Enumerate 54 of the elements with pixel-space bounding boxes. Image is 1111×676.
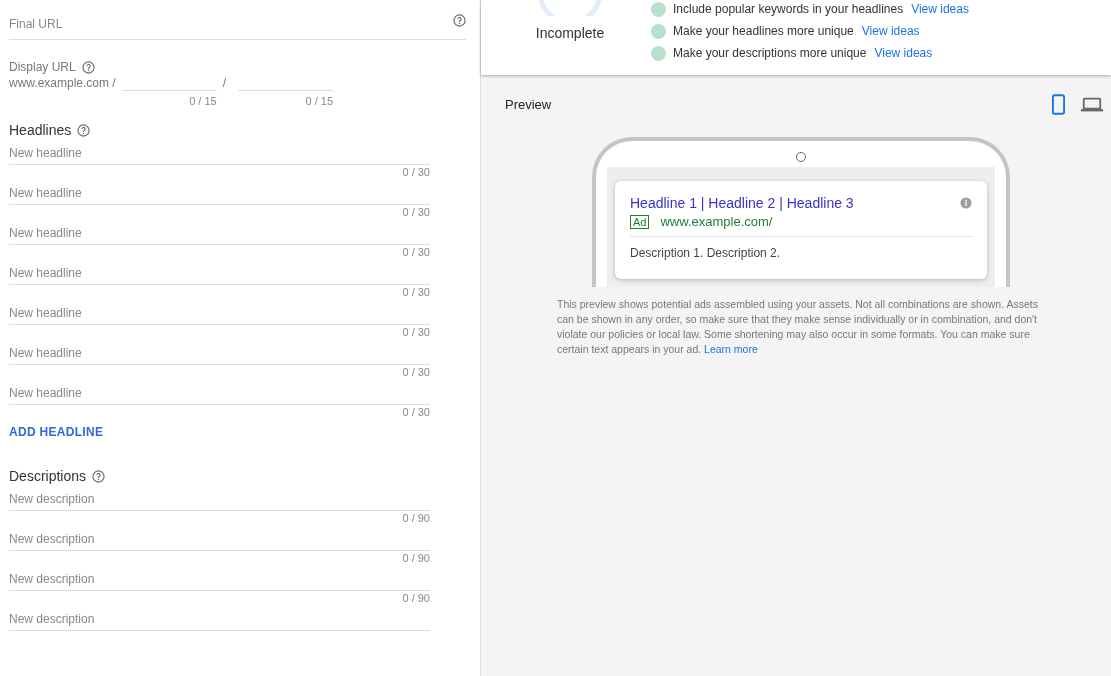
ad-badge: Ad — [630, 214, 650, 229]
headline-field[interactable]: New headline — [9, 142, 430, 165]
character-counter: 0 / 30 — [401, 326, 430, 339]
learn-more-link[interactable]: Learn more — [704, 343, 758, 355]
character-counter: 0 / 30 — [401, 286, 430, 299]
section-title: Descriptions — [9, 468, 87, 484]
display-url-label: Display URL — [9, 60, 76, 74]
character-counter: 0 / 15 — [188, 95, 217, 108]
tip-text: Include popular keywords in your headlines — [673, 2, 904, 16]
character-counter: 0 / 30 — [401, 206, 430, 219]
ad-url: www.example.com/ — [660, 214, 773, 229]
view-ideas-link[interactable]: View ideas — [911, 2, 969, 16]
description-field[interactable]: New description — [9, 568, 430, 591]
tip-dot-icon — [651, 23, 666, 39]
help-icon[interactable] — [453, 14, 466, 27]
headline-field[interactable]: New headline — [9, 222, 430, 245]
add-headline-button[interactable]: ADD HEADLINE — [9, 425, 104, 439]
ad-description: Description 1. Description 2. — [630, 246, 782, 260]
character-counter: 0 / 30 — [401, 366, 430, 379]
character-counter: 0 / 15 — [304, 95, 334, 108]
view-ideas-link[interactable]: View ideas — [874, 46, 933, 60]
laptop-icon[interactable] — [1081, 96, 1103, 112]
character-counter: 0 / 90 — [401, 592, 430, 605]
headline-field[interactable]: New headline — [9, 382, 430, 405]
tip-dot-icon — [651, 45, 666, 61]
character-counter: 0 / 30 — [401, 406, 430, 419]
path-separator: / — [221, 75, 228, 90]
headline-field[interactable]: New headline — [9, 262, 430, 285]
character-counter: 0 / 30 — [401, 166, 430, 179]
description-field[interactable]: New description — [9, 608, 430, 631]
section-title: Headlines — [9, 122, 72, 138]
description-field[interactable]: New description — [9, 528, 430, 551]
character-counter: 0 / 30 — [401, 246, 430, 259]
headline-field[interactable]: New headline — [9, 302, 430, 325]
phone-icon[interactable] — [1052, 93, 1065, 115]
display-url-domain: www.example.com / — [9, 75, 116, 90]
final-url-field[interactable]: Final URL — [9, 0, 466, 40]
info-icon[interactable] — [960, 197, 972, 209]
tip-dot-icon — [651, 1, 666, 17]
character-counter: 0 / 90 — [401, 512, 430, 525]
ad-headline[interactable]: Headline 1 | Headline 2 | Headline 3 — [630, 195, 854, 211]
tip-text: Make your descriptions more unique — [673, 46, 867, 60]
character-counter: 0 / 90 — [401, 552, 430, 565]
help-icon[interactable] — [77, 123, 91, 137]
view-ideas-link[interactable]: View ideas — [861, 24, 920, 38]
headline-field[interactable]: New headline — [9, 342, 430, 365]
preview-disclaimer: This preview shows potential ads assembled using your assets. Not all combinations are shown. Assets can be shown in any order, so make sure that they make sense individually or in combination, and don't violate our policies or local law. Some shortening may also occur in some formats. You can make sure certain text appears in your ad. Learn more — [557, 297, 1039, 357]
help-icon[interactable] — [92, 469, 106, 483]
tip-text: Make your headlines more unique — [673, 24, 854, 38]
preview-title: Preview — [505, 96, 552, 112]
help-icon[interactable] — [81, 60, 95, 74]
headline-field[interactable]: New headline — [9, 182, 430, 205]
ad-strength-status: Incomplete — [535, 25, 605, 41]
description-field[interactable]: New description — [9, 488, 430, 511]
